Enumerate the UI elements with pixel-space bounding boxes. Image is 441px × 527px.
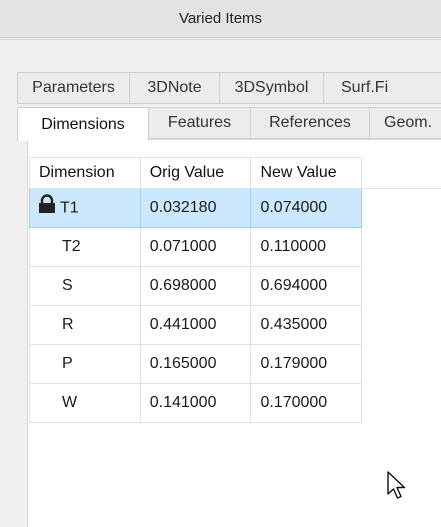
column-header-filler xyxy=(361,157,441,189)
lock-icon xyxy=(37,193,57,219)
new-value-cell[interactable]: 0.179000 xyxy=(250,344,363,384)
new-value-cell[interactable]: 0.170000 xyxy=(250,383,363,423)
tab-row-back: Parameters 3DNote 3DSymbol Surf.Fi xyxy=(17,72,441,104)
tab-surf-fi[interactable]: Surf.Fi xyxy=(323,72,441,104)
orig-value-cell[interactable]: 0.071000 xyxy=(139,227,252,267)
table-header-row: Dimension Orig Value New Value xyxy=(29,157,441,189)
dimension-cell[interactable]: T2 xyxy=(29,227,141,267)
dimensions-panel: Dimension Orig Value New Value T1 0.0321… xyxy=(27,139,441,527)
orig-value-cell[interactable]: 0.441000 xyxy=(139,305,252,345)
new-value-cell[interactable]: 0.694000 xyxy=(250,266,363,306)
orig-value-cell[interactable]: 0.698000 xyxy=(139,266,252,306)
orig-value-cell[interactable]: 0.165000 xyxy=(139,344,252,384)
column-header-orig-value[interactable]: Orig Value xyxy=(139,157,252,189)
column-header-dimension[interactable]: Dimension xyxy=(29,157,141,189)
new-value-cell[interactable]: 0.435000 xyxy=(250,305,363,345)
table-row[interactable]: R 0.441000 0.435000 xyxy=(29,305,441,345)
table-row[interactable]: P 0.165000 0.179000 xyxy=(29,344,441,384)
window-title: Varied Items xyxy=(178,10,263,27)
tab-parameters[interactable]: Parameters xyxy=(17,72,129,104)
tab-features[interactable]: Features xyxy=(148,107,250,139)
table-row[interactable]: W 0.141000 0.170000 xyxy=(29,383,441,423)
tab-references[interactable]: References xyxy=(250,107,369,139)
tab-dimensions[interactable]: Dimensions xyxy=(17,107,148,141)
title-divider xyxy=(0,39,441,40)
dimensions-table: Dimension Orig Value New Value T1 0.0321… xyxy=(29,157,441,423)
row-filler xyxy=(362,306,441,345)
varied-items-dialog: Varied Items Parameters 3DNote 3DSymbol … xyxy=(0,0,441,527)
tab-3dsymbol[interactable]: 3DSymbol xyxy=(219,72,323,104)
mouse-pointer-icon xyxy=(386,470,408,502)
tab-row-front: Dimensions Features References Geom. xyxy=(17,107,441,141)
table-row[interactable]: T2 0.071000 0.110000 xyxy=(29,227,441,267)
row-filler xyxy=(362,384,441,423)
dimension-name: T1 xyxy=(60,199,79,217)
dimension-cell[interactable]: R xyxy=(29,305,141,345)
orig-value-cell[interactable]: 0.032180 xyxy=(139,188,252,228)
tab-geom[interactable]: Geom. xyxy=(369,107,441,139)
table-row[interactable]: S 0.698000 0.694000 xyxy=(29,266,441,306)
tab-3dnote[interactable]: 3DNote xyxy=(129,72,219,104)
column-header-new-value[interactable]: New Value xyxy=(250,157,363,189)
new-value-cell[interactable]: 0.110000 xyxy=(250,227,363,267)
orig-value-cell[interactable]: 0.141000 xyxy=(139,383,252,423)
row-filler xyxy=(362,267,441,306)
row-filler xyxy=(362,345,441,384)
dimension-cell[interactable]: P xyxy=(29,344,141,384)
dimension-cell[interactable]: W xyxy=(29,383,141,423)
new-value-cell[interactable]: 0.074000 xyxy=(250,188,363,228)
row-filler xyxy=(362,228,441,267)
dimension-cell[interactable]: T1 xyxy=(29,188,141,228)
dimension-cell[interactable]: S xyxy=(29,266,141,306)
window-titlebar: Varied Items xyxy=(0,0,441,38)
table-row[interactable]: T1 0.032180 0.074000 xyxy=(29,188,441,228)
row-filler xyxy=(362,189,441,228)
